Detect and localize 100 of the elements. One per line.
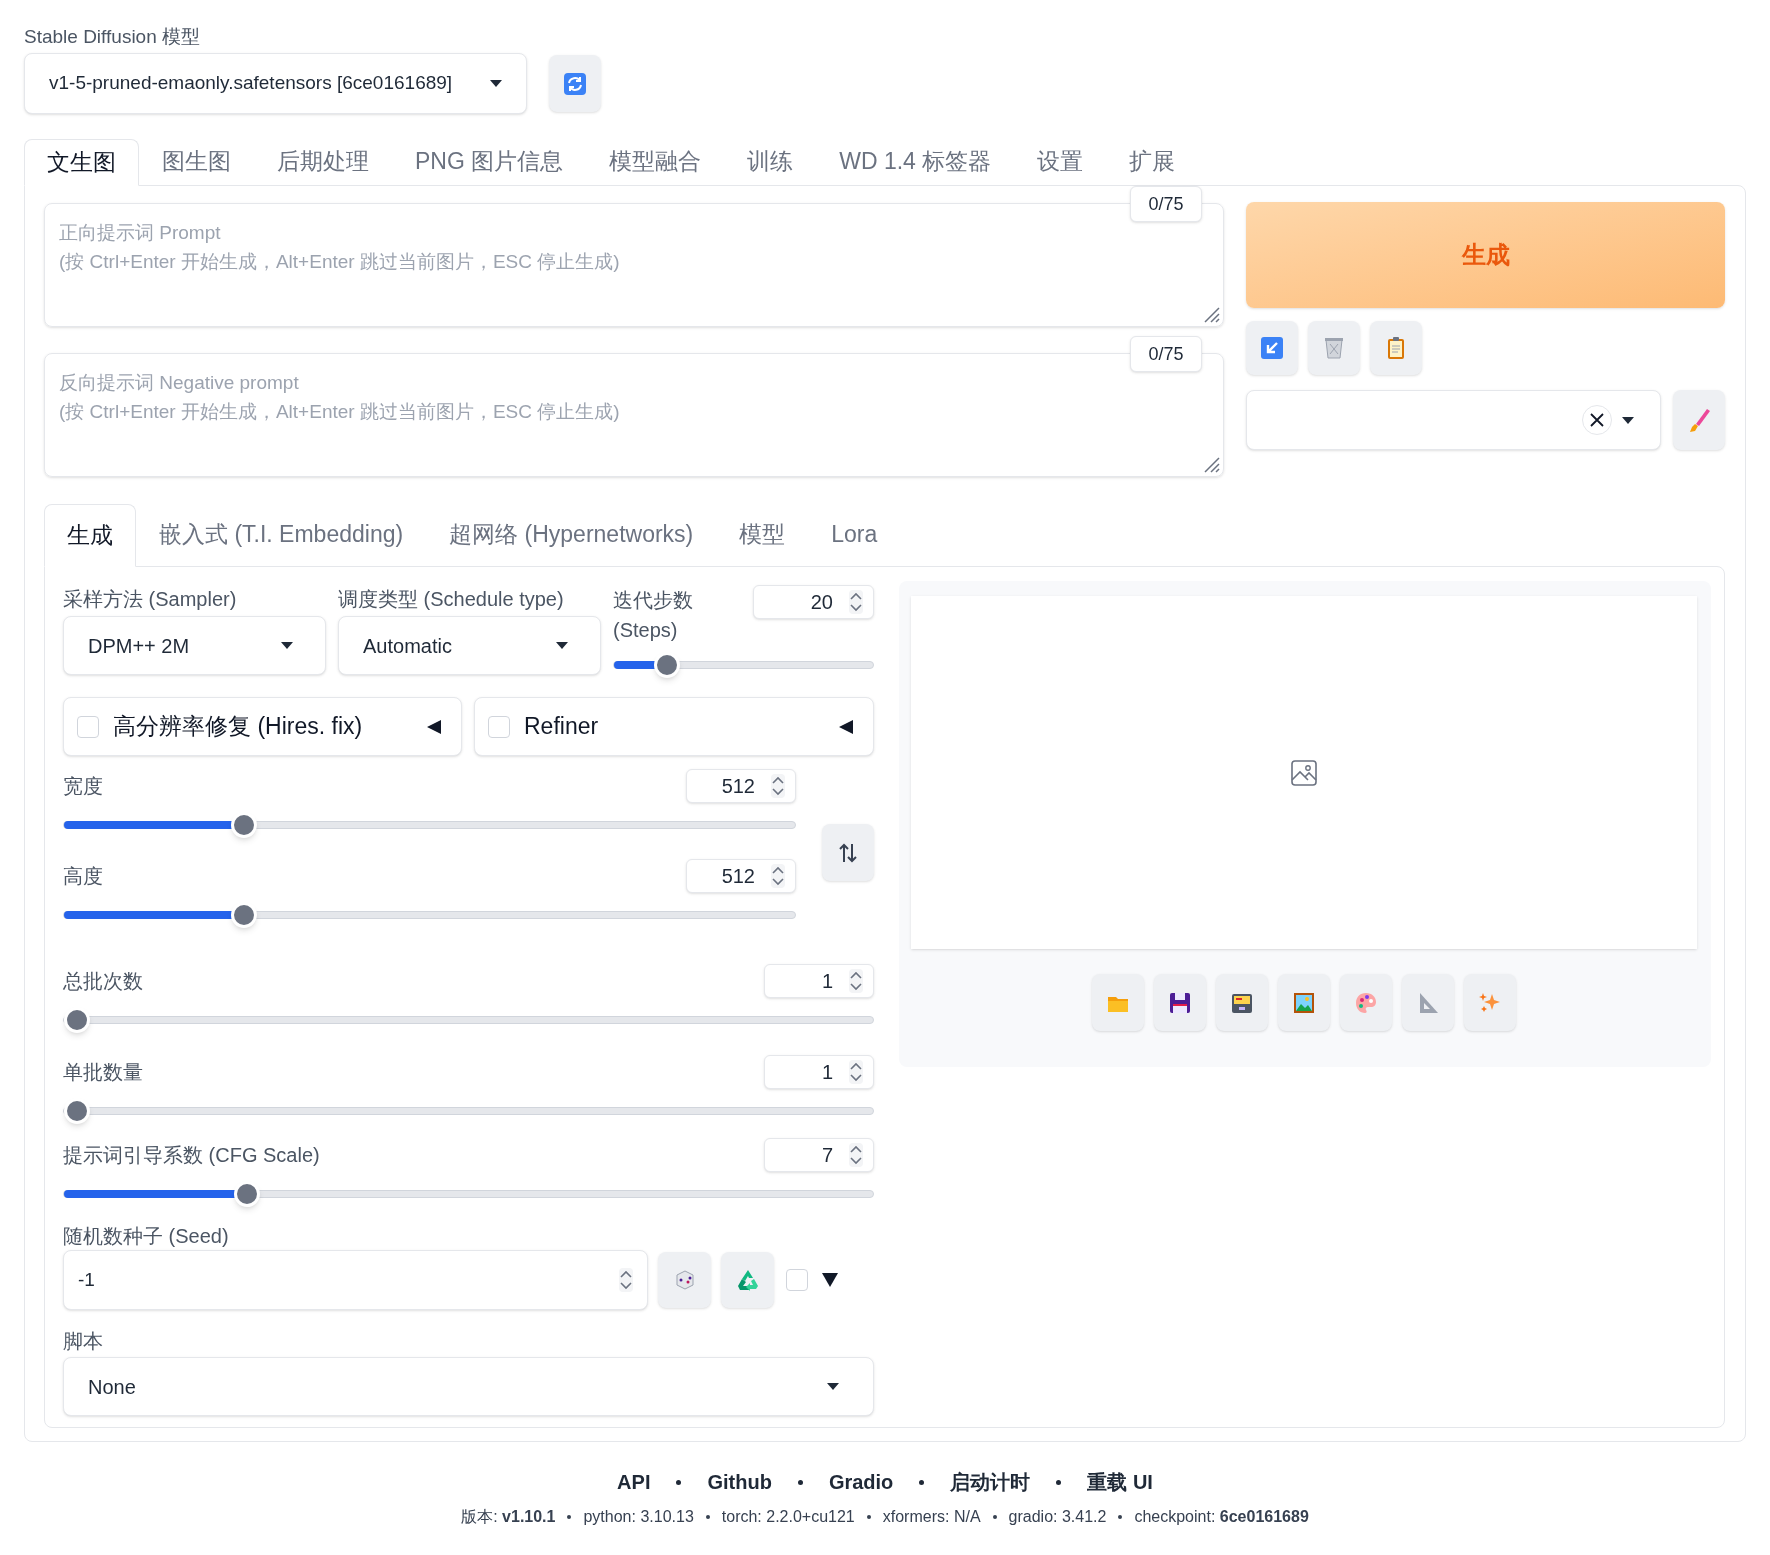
spinner-icon — [771, 774, 785, 798]
sparkle-button[interactable] — [1464, 974, 1516, 1031]
save-button[interactable] — [1154, 974, 1206, 1031]
caret-icon — [281, 642, 293, 649]
close-icon — [1590, 413, 1604, 427]
spinner-icon — [849, 1060, 863, 1084]
field-label: 提示词引导系数 (CFG Scale) — [63, 1143, 320, 1168]
resize-handle-icon — [1202, 305, 1220, 323]
dropdown[interactable]: None — [63, 1357, 874, 1416]
field-label: 调度类型 (Schedule type) — [338, 587, 565, 612]
swap-icon — [839, 842, 857, 863]
version-info: torch: 2.2.0+cu121 — [721, 1507, 855, 1527]
slider-thumb[interactable] — [231, 902, 258, 928]
spinner-icon — [849, 590, 863, 614]
field-label: 单批数量 — [63, 1060, 143, 1085]
dropdown[interactable]: v1-5-pruned-emaonly.safetensors [6ce0161689] — [24, 53, 527, 114]
tab[interactable]: 模型融合 — [586, 138, 725, 185]
caret-icon — [490, 80, 502, 87]
expand-triangle-icon — [822, 1273, 838, 1287]
number-field[interactable]: 1 — [764, 1055, 874, 1089]
recycle-icon — [735, 1268, 760, 1292]
collapse-triangle-icon — [838, 718, 854, 735]
zip-button[interactable] — [1216, 974, 1268, 1031]
accordion-label: 高分辨率修复 (Hires. fix) — [113, 712, 364, 742]
field-label: 迭代步数 (Steps) — [613, 588, 693, 643]
refresh-icon — [563, 71, 587, 96]
field-label: 采样方法 (Sampler) — [63, 587, 238, 612]
version-info: 版本: v1.10.1 — [461, 1507, 556, 1527]
footer-link[interactable]: Gradio — [828, 1467, 894, 1497]
footer-link[interactable]: 启动计时 — [950, 1467, 1031, 1497]
tab[interactable]: PNG 图片信息 — [392, 138, 587, 185]
caret-icon — [556, 642, 568, 649]
token-counter: 0/75 — [1130, 336, 1202, 372]
tab[interactable]: 文生图 — [24, 139, 139, 186]
spinner-icon — [619, 1268, 633, 1292]
tab[interactable]: 生成 — [44, 504, 136, 567]
clipboard-button[interactable] — [1370, 321, 1422, 375]
trash-button[interactable] — [1308, 321, 1360, 375]
version-info: gradio: 3.41.2 — [1008, 1507, 1107, 1527]
token-counter: 0/75 — [1130, 186, 1202, 222]
collapse-triangle-icon — [426, 718, 442, 735]
tab[interactable]: 设置 — [1014, 138, 1107, 185]
version-info: checkpoint: 6ce0161689 — [1134, 1507, 1309, 1527]
tab[interactable]: 模型 — [716, 503, 809, 566]
accordion-label: Refiner — [524, 712, 600, 742]
seed-field[interactable]: -1 — [63, 1250, 648, 1310]
footer-link[interactable]: 重载 UI — [1087, 1467, 1153, 1497]
resize-handle-icon — [1202, 455, 1220, 473]
footer-link[interactable]: API — [617, 1467, 651, 1497]
field-label: 脚本 — [63, 1329, 104, 1354]
slider-thumb[interactable] — [64, 1098, 90, 1124]
field-label: 宽度 — [63, 774, 103, 799]
dropdown[interactable]: DPM++ 2M — [63, 616, 326, 675]
reuse-seed-button[interactable] — [721, 1252, 774, 1308]
refresh-button[interactable] — [549, 55, 601, 112]
tab[interactable]: 训练 — [724, 138, 817, 185]
tab[interactable]: Lora — [808, 503, 901, 566]
footer-link[interactable]: Github — [707, 1467, 772, 1497]
accordion-header[interactable]: 高分辨率修复 (Hires. fix) — [63, 697, 462, 756]
tab[interactable]: WD 1.4 标签器 — [816, 138, 1015, 185]
trash-icon — [1322, 336, 1346, 360]
caret-icon — [827, 1383, 839, 1390]
field-label: Stable Diffusion 模型 — [24, 25, 201, 49]
field-label: 随机数种子 (Seed) — [63, 1224, 230, 1249]
number-field[interactable]: 7 — [764, 1138, 874, 1172]
version-info: python: 3.10.13 — [583, 1507, 694, 1527]
paintbrush-icon — [1687, 407, 1711, 433]
framed-picture-icon — [1292, 990, 1316, 1015]
checkbox[interactable] — [77, 715, 99, 738]
number-field[interactable]: 1 — [764, 964, 874, 998]
number-field[interactable]: 512 — [686, 769, 796, 803]
slider-thumb[interactable] — [231, 812, 258, 838]
send-to-extras-button[interactable] — [1402, 974, 1454, 1031]
tab[interactable]: 图生图 — [139, 138, 254, 185]
swap-button[interactable] — [822, 824, 874, 881]
tab[interactable]: 超网络 (Hypernetworks) — [426, 503, 717, 566]
slider-thumb[interactable] — [233, 1181, 260, 1207]
version-info: xformers: N/A — [882, 1507, 981, 1527]
tab[interactable]: 后期处理 — [254, 138, 392, 185]
slider-thumb[interactable] — [653, 652, 680, 678]
checkbox[interactable] — [488, 715, 510, 738]
field-label: 总批次数 — [63, 969, 143, 994]
number-field[interactable]: 20 — [753, 585, 874, 619]
edit-styles-button[interactable] — [1673, 390, 1725, 450]
checkbox[interactable] — [786, 1269, 808, 1291]
apply-button[interactable] — [1246, 321, 1298, 375]
caret-icon — [1622, 416, 1634, 424]
spinner-icon — [849, 1143, 863, 1167]
spinner-icon — [849, 969, 863, 993]
accordion-header[interactable]: Refiner — [474, 697, 874, 756]
slider-thumb[interactable] — [64, 1007, 90, 1033]
number-field[interactable]: 512 — [686, 859, 796, 893]
random-seed-button[interactable] — [658, 1252, 711, 1308]
palette-icon — [1354, 990, 1378, 1015]
tab[interactable]: 扩展 — [1106, 138, 1199, 185]
send-to-img2img-button[interactable] — [1278, 974, 1330, 1031]
dropdown[interactable]: Automatic — [338, 616, 601, 675]
tab[interactable]: 嵌入式 (T.I. Embedding) — [136, 503, 427, 566]
spinner-icon — [771, 864, 785, 888]
image-icon — [1291, 759, 1317, 786]
